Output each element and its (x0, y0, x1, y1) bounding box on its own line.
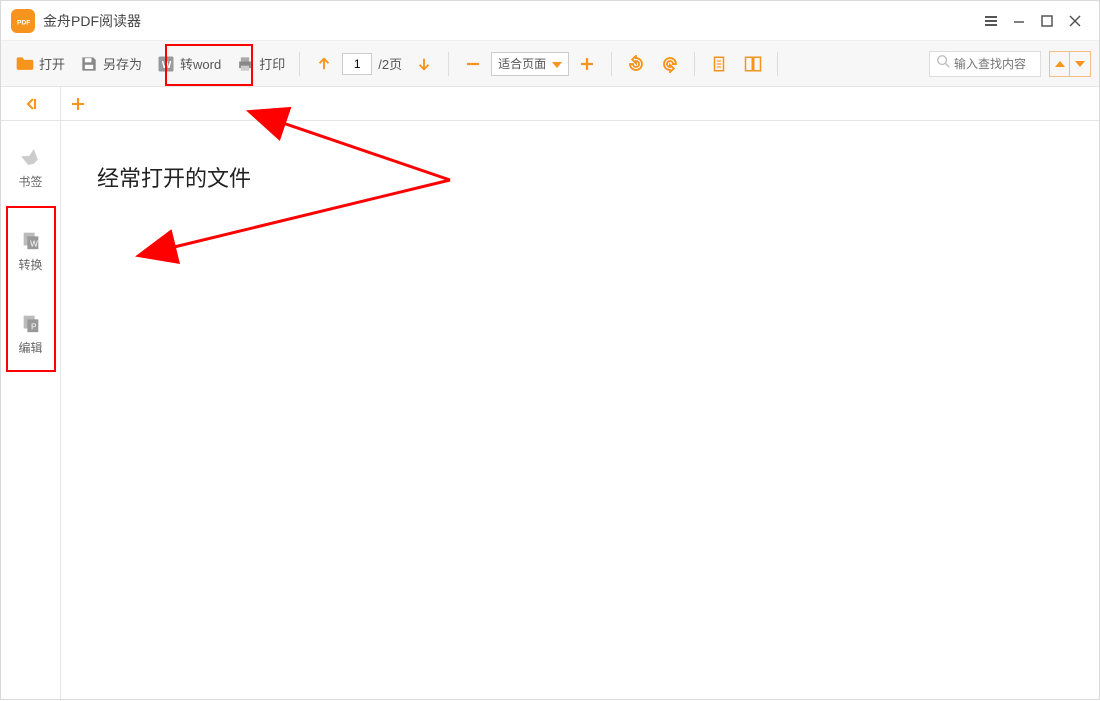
to-word-label: 转word (180, 54, 221, 73)
svg-text:PDF: PDF (17, 19, 30, 26)
rotate-ccw-button[interactable] (620, 48, 652, 80)
open-label: 打开 (39, 54, 65, 73)
rotate-ccw-icon (626, 54, 646, 74)
open-button[interactable]: 打开 (9, 48, 71, 80)
print-icon (235, 54, 255, 74)
sidebar-convert-label: 转换 (18, 256, 42, 273)
close-button[interactable] (1061, 7, 1089, 35)
svg-text:W: W (162, 60, 172, 71)
page-total-label: /2页 (378, 54, 402, 73)
chevron-down-icon (552, 55, 562, 73)
separator (448, 52, 449, 76)
prev-page-button[interactable] (308, 48, 340, 80)
tab-strip (1, 87, 1099, 121)
hamburger-menu-icon[interactable] (977, 7, 1005, 35)
save-icon (79, 54, 99, 74)
maximize-button[interactable] (1033, 7, 1061, 35)
two-page-icon (743, 54, 763, 74)
separator (611, 52, 612, 76)
page-number-input[interactable] (342, 53, 372, 75)
svg-text:W: W (30, 239, 38, 248)
sidebar-item-convert[interactable]: W 转换 (9, 224, 53, 277)
single-page-view-button[interactable] (703, 48, 735, 80)
collapse-sidebar-button[interactable] (1, 87, 61, 120)
minus-icon (463, 54, 483, 74)
search-icon (936, 54, 950, 73)
next-page-button[interactable] (408, 48, 440, 80)
app-logo: PDF (11, 9, 35, 33)
sidebar-item-bookmark[interactable]: 书签 (9, 141, 53, 194)
search-box[interactable] (929, 51, 1041, 77)
app-title: 金舟PDF阅读器 (43, 11, 141, 31)
search-nav-group (1049, 51, 1091, 77)
separator (694, 52, 695, 76)
zoom-in-button[interactable] (571, 48, 603, 80)
fit-mode-dropdown[interactable]: 适合页面 (491, 52, 569, 76)
sidebar-item-edit[interactable]: P 编辑 (9, 307, 53, 360)
search-prev-button[interactable] (1050, 52, 1070, 76)
plus-icon (577, 54, 597, 74)
content-area: 经常打开的文件 (61, 121, 1099, 701)
print-button[interactable]: 打印 (229, 48, 291, 80)
body-area: 书签 W 转换 P 编辑 经常打开的文件 (1, 121, 1099, 701)
fit-mode-label: 适合页面 (498, 55, 546, 72)
rotate-cw-icon (660, 54, 680, 74)
edit-icon: P (19, 311, 43, 335)
sidebar-bookmark-label: 书签 (18, 173, 42, 190)
save-as-label: 另存为 (103, 54, 142, 73)
to-word-button[interactable]: W 转word (150, 48, 227, 80)
minimize-button[interactable] (1005, 7, 1033, 35)
separator (299, 52, 300, 76)
folder-icon (15, 54, 35, 74)
new-tab-button[interactable] (61, 87, 95, 120)
print-label: 打印 (259, 54, 285, 73)
two-page-view-button[interactable] (737, 48, 769, 80)
search-next-button[interactable] (1070, 52, 1090, 76)
zoom-out-button[interactable] (457, 48, 489, 80)
arrow-down-icon (414, 54, 434, 74)
main-toolbar: 打开 另存为 W 转word 打印 /2页 适合页面 (1, 41, 1099, 87)
save-as-button[interactable]: 另存为 (73, 48, 148, 80)
sidebar-edit-label: 编辑 (18, 339, 42, 356)
sidebar: 书签 W 转换 P 编辑 (1, 121, 61, 701)
title-bar: PDF 金舟PDF阅读器 (1, 1, 1099, 41)
convert-icon: W (19, 228, 43, 252)
single-page-icon (709, 54, 729, 74)
word-icon: W (156, 54, 176, 74)
separator (777, 52, 778, 76)
recent-files-heading: 经常打开的文件 (97, 161, 1063, 193)
svg-text:P: P (31, 322, 37, 331)
arrow-up-icon (314, 54, 334, 74)
search-input[interactable] (954, 57, 1034, 71)
rotate-cw-button[interactable] (654, 48, 686, 80)
bookmark-icon (19, 145, 43, 169)
